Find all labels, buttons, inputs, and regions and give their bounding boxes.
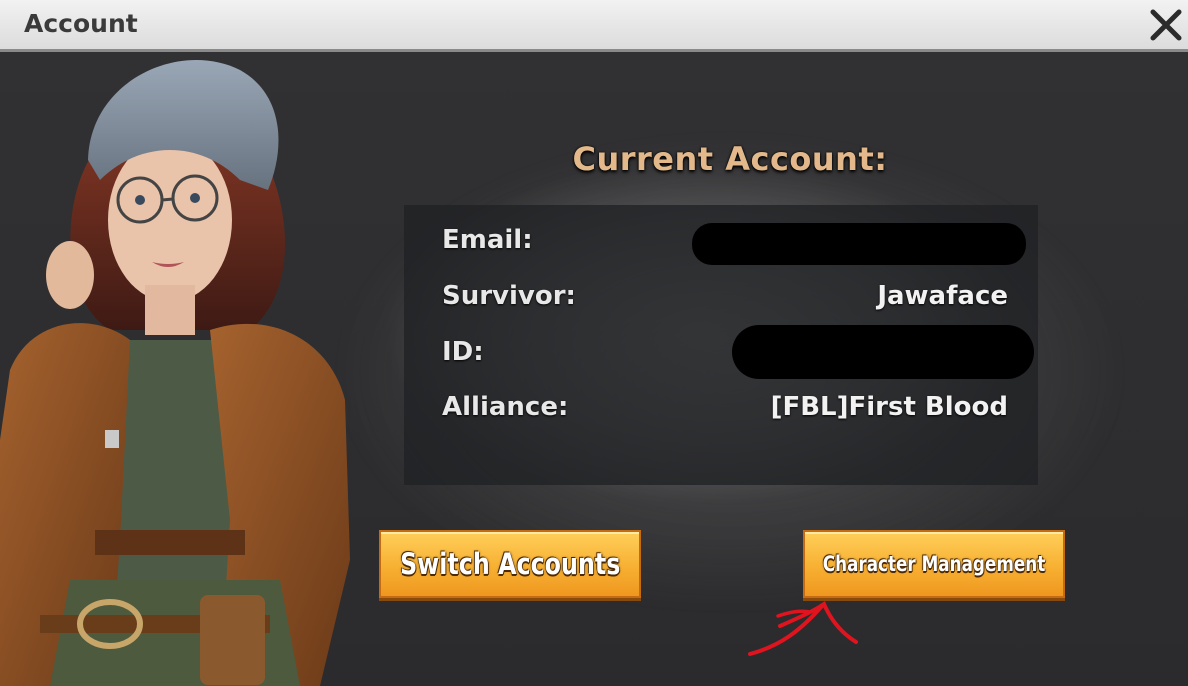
character-management-button[interactable]: Character Management — [803, 530, 1065, 598]
survivor-row: Survivor: Jawaface — [442, 281, 1008, 321]
survivor-label: Survivor: — [442, 281, 576, 311]
switch-accounts-button[interactable]: Switch Accounts — [379, 530, 641, 598]
email-redaction — [692, 223, 1026, 265]
alliance-label: Alliance: — [442, 392, 569, 422]
red-arrow-annotation — [748, 601, 858, 656]
close-icon — [1150, 9, 1182, 41]
current-account-heading: Current Account: — [572, 140, 888, 178]
id-row: ID: — [442, 325, 1034, 379]
email-label: Email: — [442, 225, 533, 255]
dialog-title: Account — [24, 9, 138, 38]
alliance-row: Alliance: [FBL]First Blood — [442, 392, 1008, 432]
alliance-value: [FBL]First Blood — [770, 392, 1008, 422]
close-button[interactable] — [1146, 4, 1186, 46]
switch-accounts-label: Switch Accounts — [399, 547, 621, 581]
character-management-label: Character Management — [822, 552, 1046, 576]
character-portrait — [0, 60, 350, 686]
survivor-value: Jawaface — [877, 281, 1008, 311]
id-label: ID: — [442, 337, 484, 367]
id-redaction — [732, 325, 1034, 379]
email-row: Email: — [442, 223, 1026, 265]
account-info-panel: Email: Survivor: Jawaface ID: Alliance: … — [404, 205, 1038, 485]
account-dialog: Account Current Account: Email: Survivor… — [0, 0, 1188, 686]
